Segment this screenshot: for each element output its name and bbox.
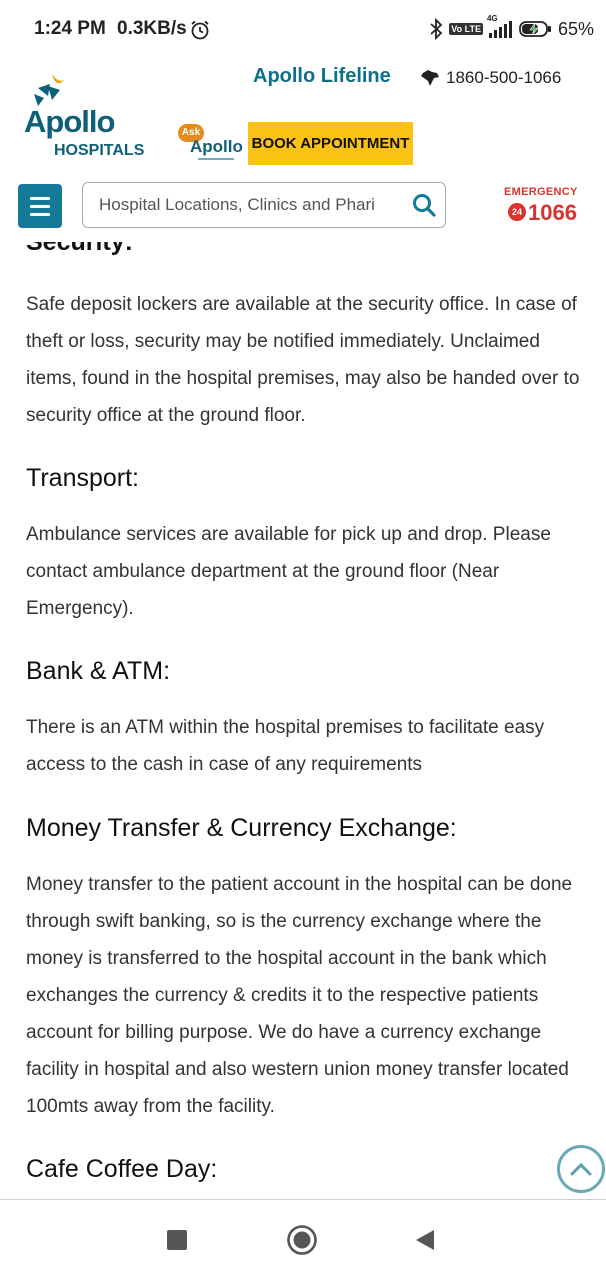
status-speed: 0.3KB/s [117,18,187,39]
search-icon[interactable] [411,192,437,218]
search-box [82,182,446,228]
menu-bar-icon [30,204,50,208]
chevron-up-icon [570,1162,592,1176]
search-input[interactable] [83,183,411,227]
status-time: 1:24 PM [34,18,106,39]
signal-icon: 4G [487,14,512,38]
india-map-icon [421,70,439,86]
helpline-phone[interactable]: 1860-500-1066 [420,68,561,88]
back-button[interactable] [414,1228,436,1252]
system-nav-bar [0,1200,606,1280]
page: 1:24 PM 0.3KB/s Vo LTE 4G 65% Apollo HOS… [0,0,606,1280]
facility-info-content: Security: Safe deposit lockers are avail… [0,242,606,1199]
money-transfer-text: Money transfer to the patient account in… [26,874,573,1117]
home-button[interactable] [286,1224,318,1256]
battery-percent: 65% [557,18,594,39]
emergency-number: 1066 [528,200,577,225]
section-heading-cafe: Cafe Coffee Day: [26,1155,218,1183]
site-header: Apollo HOSPITALS Apollo Lifeline 1860-50… [0,56,606,242]
emergency-label: EMERGENCY [504,186,578,198]
bank-atm-text: There is an ATM within the hospital prem… [26,717,545,775]
phone-number: 1860-500-1066 [446,68,562,87]
ask-apollo-link[interactable]: Ask Apollo [176,124,246,164]
status-bar: 1:24 PM 0.3KB/s Vo LTE 4G 65% [0,0,606,56]
section-heading-bank-atm: Bank & ATM: [26,657,171,685]
section-heading-security: Security: [26,242,133,256]
ask-apollo-brand: Apollo [190,137,243,156]
apollo-lifeline-link[interactable]: Apollo Lifeline [253,65,391,88]
section-heading-money-transfer: Money Transfer & Currency Exchange: [26,814,457,842]
apollo-logo[interactable]: Apollo HOSPITALS [20,70,160,160]
scroll-to-top-button[interactable] [557,1145,605,1193]
logo-subtext: HOSPITALS [54,142,145,159]
volte-badge: Vo LTE [449,23,483,35]
menu-button[interactable] [18,184,62,228]
ask-apollo-tagline-line [198,158,234,160]
alarm-icon [191,20,209,40]
emergency-24-badge: 24 [508,203,526,221]
book-appointment-button[interactable]: BOOK APPOINTMENT [248,122,413,165]
logo-text: Apollo [24,104,115,139]
status-icons: Vo LTE 4G 65% [429,14,594,42]
battery-icon [519,21,551,37]
section-heading-transport: Transport: [26,464,140,492]
bluetooth-icon [430,18,443,40]
security-text: Safe deposit lockers are available at th… [26,294,580,426]
network-type: 4G [486,14,498,23]
recents-button[interactable] [167,1230,187,1250]
transport-text: Ambulance services are available for pic… [26,524,551,619]
menu-bar-icon [30,212,50,216]
emergency-call[interactable]: EMERGENCY 24 1066 [500,186,580,226]
menu-bar-icon [30,196,50,200]
